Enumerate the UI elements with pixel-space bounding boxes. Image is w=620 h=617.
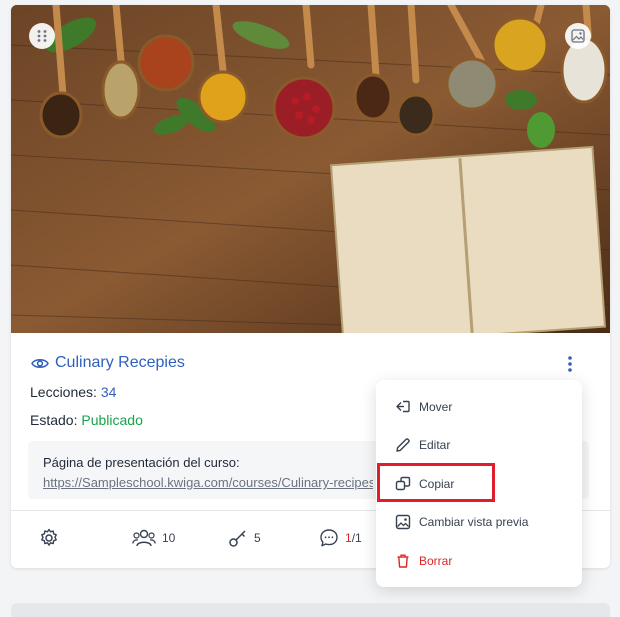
drag-handle-icon xyxy=(37,30,47,42)
menu-item-change-preview[interactable]: Cambiar vista previa xyxy=(376,505,582,539)
keys-count: 5 xyxy=(254,531,261,545)
eye-icon xyxy=(31,358,49,368)
course-title-link[interactable]: Culinary Recepies xyxy=(31,354,185,372)
comments-stat[interactable]: 1/1 xyxy=(319,525,362,551)
more-options-button[interactable] xyxy=(562,353,578,375)
users-icon xyxy=(132,529,156,547)
lessons-count: Lecciones: 34 xyxy=(30,384,116,400)
image-icon xyxy=(395,514,411,530)
open-book xyxy=(330,145,607,333)
comments-total: /1 xyxy=(351,531,362,545)
status-value: Publicado xyxy=(81,412,143,428)
course-cover-image[interactable] xyxy=(11,5,610,333)
change-cover-button[interactable] xyxy=(565,23,591,49)
menu-item-label: Cambiar vista previa xyxy=(419,515,529,529)
menu-item-move[interactable]: Mover xyxy=(376,390,582,424)
menu-item-label: Borrar xyxy=(419,554,453,568)
lessons-value: 34 xyxy=(100,384,117,400)
comments-new-count: 1 xyxy=(345,531,352,545)
course-status: Estado: Publicado xyxy=(30,412,143,428)
spices-cover-illustration xyxy=(11,5,610,333)
status-label: Estado: xyxy=(30,412,78,428)
trash-icon xyxy=(397,554,409,568)
keys-stat: 5 xyxy=(228,525,261,551)
gear-icon xyxy=(41,528,57,546)
pencil-icon xyxy=(396,438,410,452)
comments-count: 1/1 xyxy=(345,531,362,545)
copy-highlight-box xyxy=(377,463,495,502)
presentation-label: Página de presentación del curso: xyxy=(43,455,240,470)
move-icon xyxy=(396,400,410,413)
next-course-card xyxy=(11,603,610,617)
menu-item-delete[interactable]: Borrar xyxy=(376,544,582,578)
course-title: Culinary Recepies xyxy=(55,354,185,371)
key-icon xyxy=(229,530,246,547)
menu-item-label: Editar xyxy=(419,438,451,452)
menu-item-label: Mover xyxy=(419,400,453,414)
kebab-menu-icon xyxy=(568,356,572,372)
menu-item-edit[interactable]: Editar xyxy=(376,428,582,462)
drag-handle-button[interactable] xyxy=(29,23,55,49)
students-count: 10 xyxy=(162,531,176,545)
presentation-url-link[interactable]: https://Sampleschool.kwiga.com/courses/C… xyxy=(43,475,373,490)
comment-icon xyxy=(320,529,338,547)
image-icon xyxy=(571,29,585,43)
lessons-label: Lecciones: xyxy=(30,384,97,400)
settings-button[interactable] xyxy=(39,525,59,551)
students-stat: 10 xyxy=(132,525,175,551)
